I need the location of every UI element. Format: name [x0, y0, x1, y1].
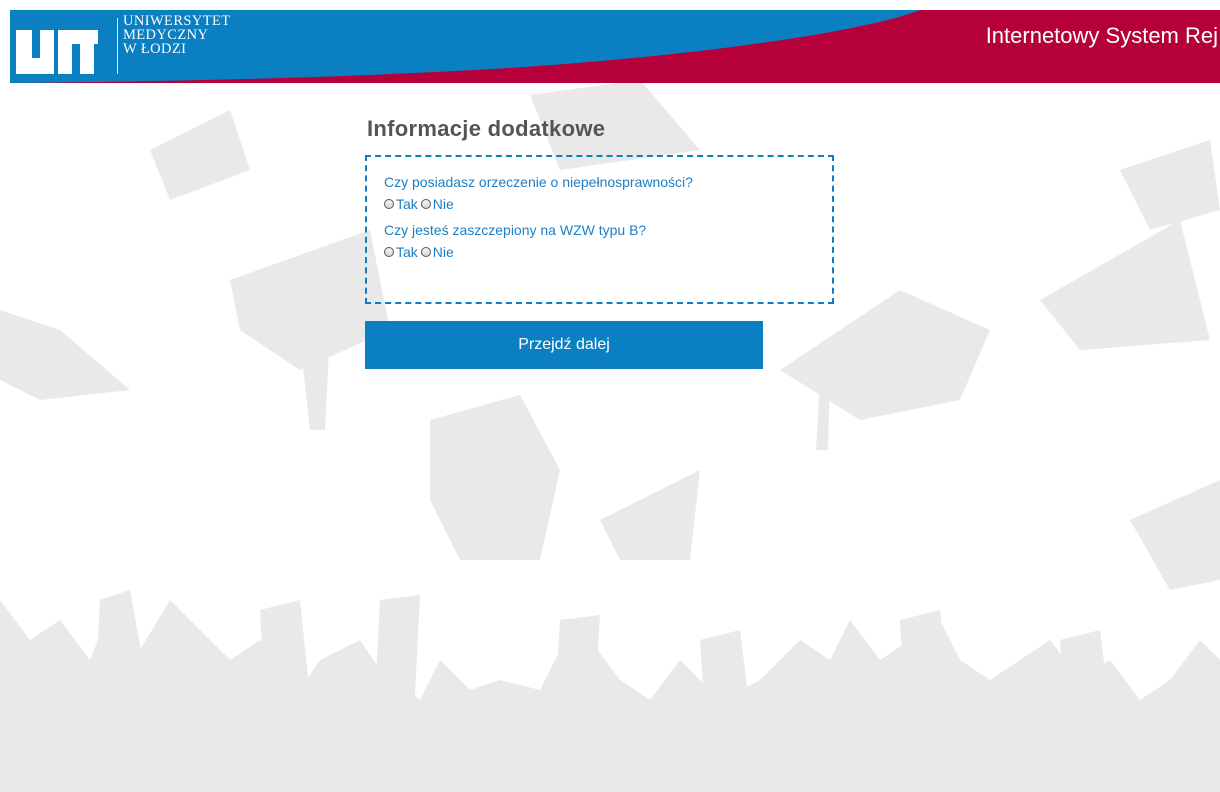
page-title: Informacje dodatkowe	[367, 116, 606, 141]
disability-no-radio[interactable]	[420, 199, 431, 209]
header-banner: UNIWERSYTET MEDYCZNY W ŁODZI Internetowy…	[10, 10, 1220, 83]
university-name-line-2: MEDYCZNY	[123, 27, 209, 43]
disability-no-label[interactable]: Nie	[433, 196, 454, 212]
system-title: Internetowy System Rej	[985, 23, 1218, 48]
vaccination-option-no[interactable]: Nie	[420, 244, 454, 260]
disability-radio-group: Tak Nie	[384, 191, 832, 217]
page: UNIWERSYTET MEDYCZNY W ŁODZI Internetowy…	[0, 0, 1220, 792]
question-hbv-vaccination: Czy jesteś zaszczepiony na WZW typu B?	[384, 222, 647, 238]
vaccination-no-radio[interactable]	[420, 247, 431, 257]
vaccination-no-label[interactable]: Nie	[433, 244, 454, 260]
disability-yes-radio[interactable]	[384, 199, 394, 209]
additional-info-form: Informacje dodatkowe Czy posiadasz orzec…	[365, 112, 845, 369]
disability-option-no[interactable]: Nie	[420, 196, 454, 212]
vaccination-radio-group: Tak Nie	[384, 239, 832, 265]
question-disability: Czy posiadasz orzeczenie o niepełnospraw…	[384, 174, 693, 190]
logo-divider	[117, 18, 118, 74]
university-name: UNIWERSYTET MEDYCZNY W ŁODZI	[123, 13, 231, 57]
continue-button[interactable]: Przejdź dalej	[365, 321, 763, 369]
university-name-line-1: UNIWERSYTET	[123, 13, 231, 29]
vaccination-option-yes[interactable]: Tak	[384, 244, 418, 260]
disability-option-yes[interactable]: Tak	[384, 196, 418, 212]
vaccination-yes-radio[interactable]	[384, 247, 394, 257]
vaccination-yes-label[interactable]: Tak	[396, 244, 418, 260]
university-name-line-3: W ŁODZI	[123, 41, 187, 57]
university-logo-icon	[16, 30, 98, 74]
disability-yes-label[interactable]: Tak	[396, 196, 418, 212]
questions-fieldset: Czy posiadasz orzeczenie o niepełnospraw…	[365, 155, 834, 304]
